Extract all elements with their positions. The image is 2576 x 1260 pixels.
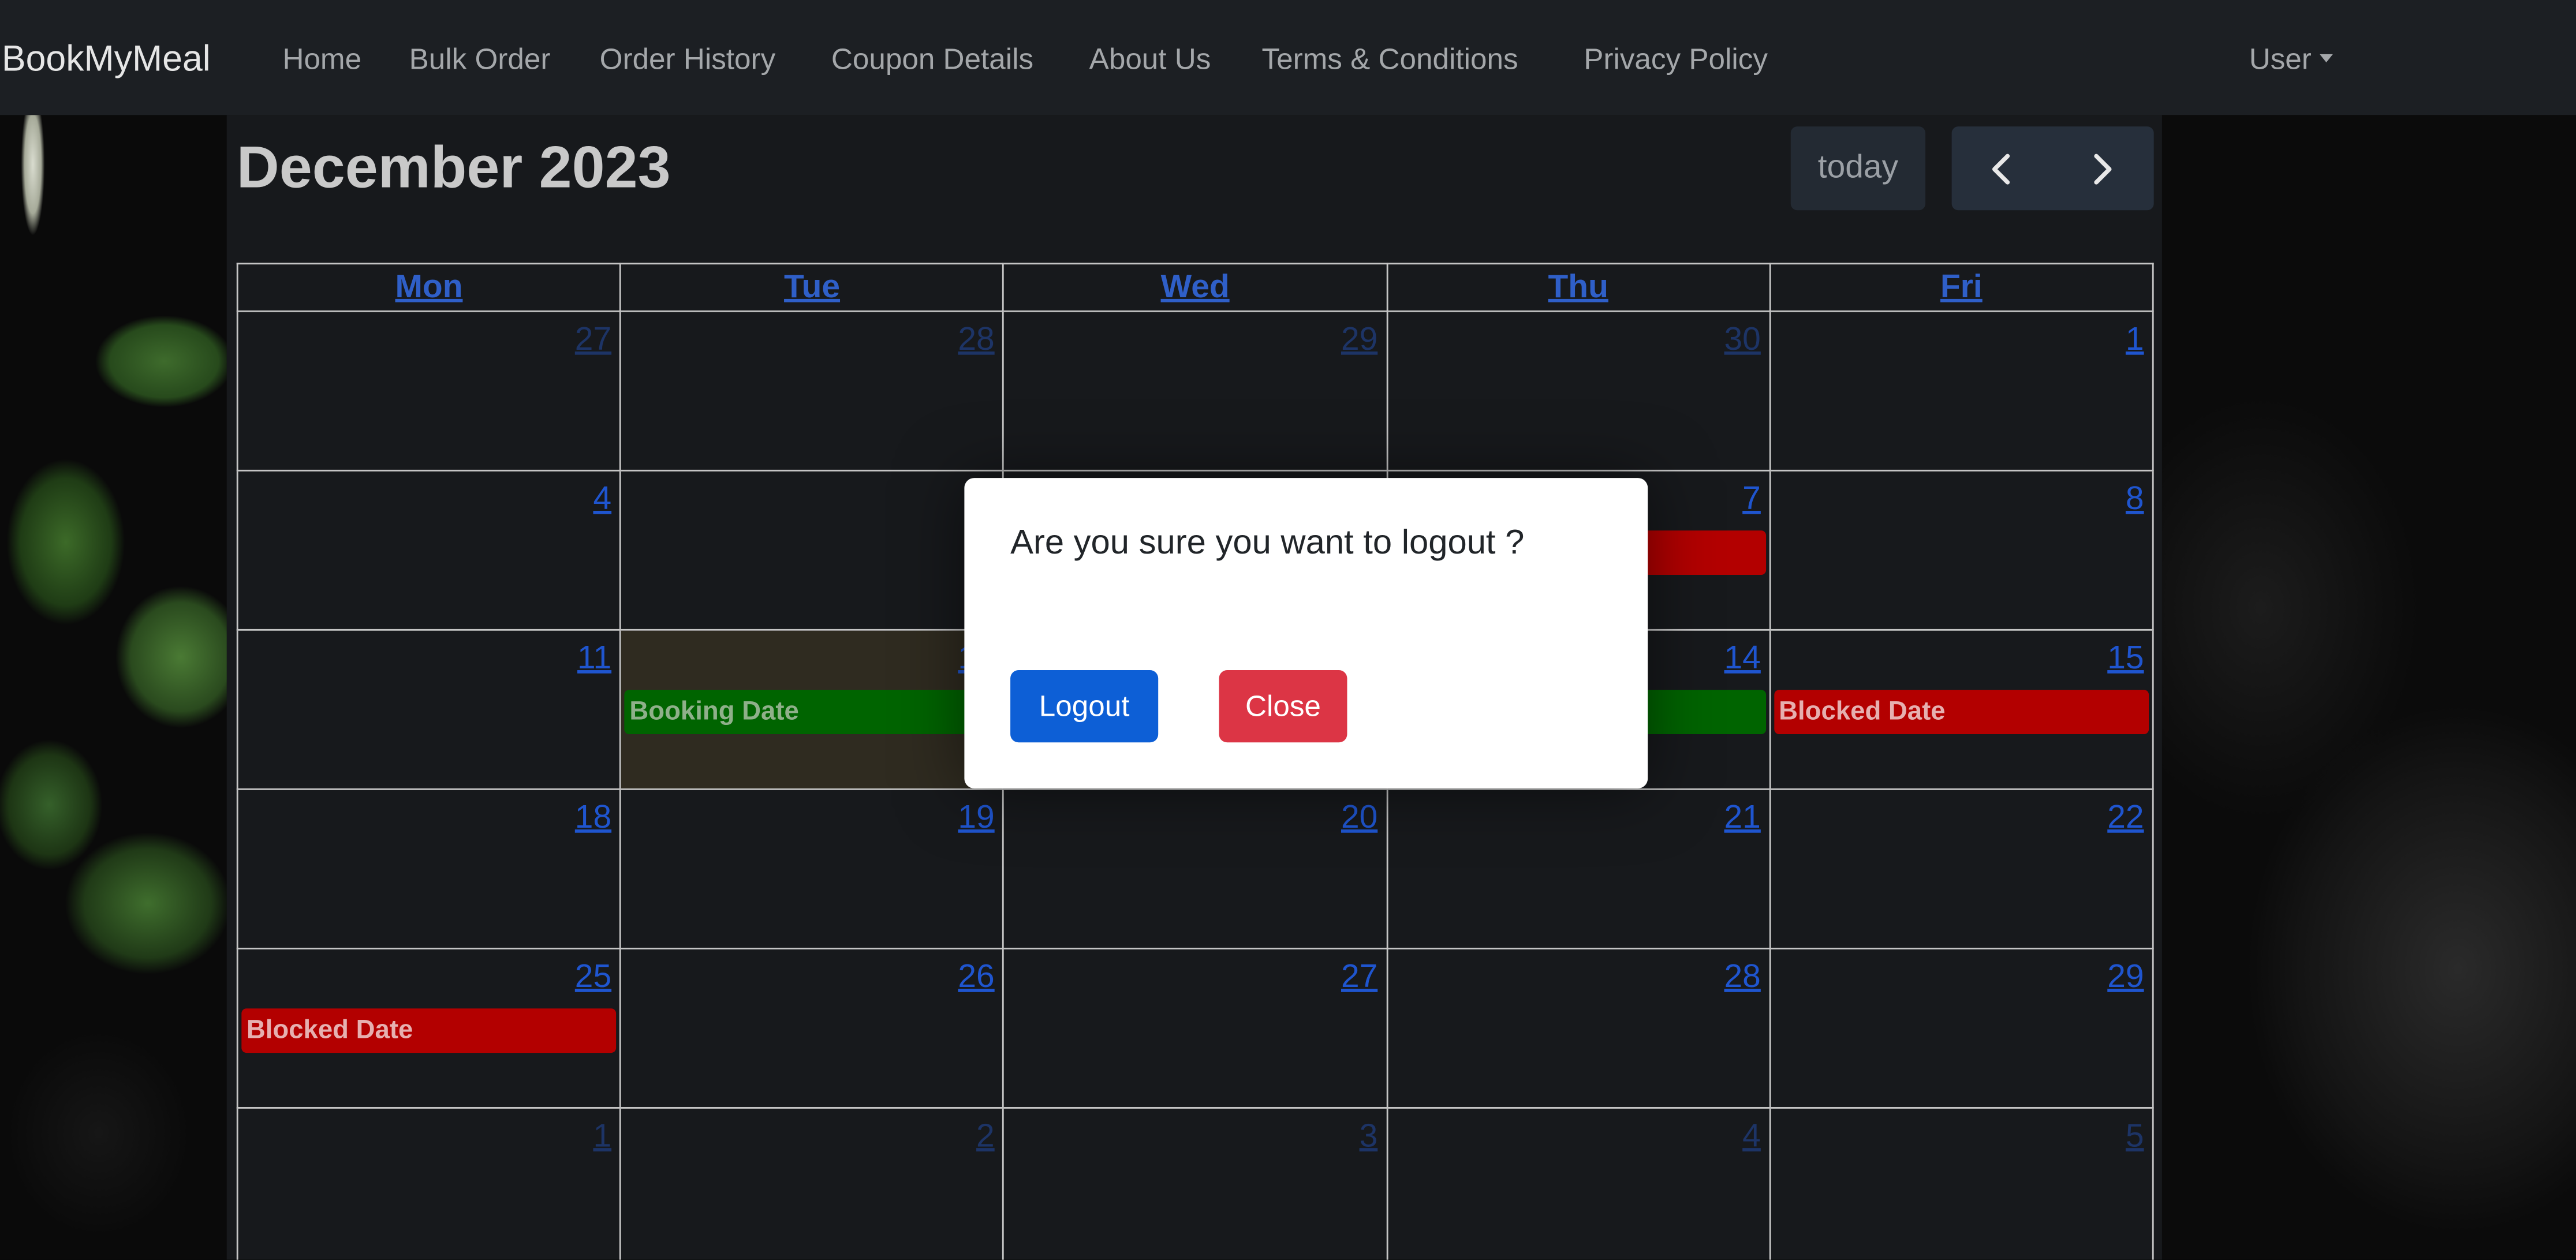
- calendar-day-cell[interactable]: 5: [619, 469, 1005, 631]
- blocked-date-event[interactable]: Blocked Date: [1774, 690, 2149, 735]
- caret-down-icon: [2320, 54, 2333, 62]
- calendar-day-cell[interactable]: 29: [1002, 310, 1388, 472]
- calendar-day-cell[interactable]: 1: [1769, 310, 2154, 472]
- calendar-week-row: 1 2 3 4 5: [236, 1106, 2154, 1260]
- nav-link-bulk-order[interactable]: Bulk Order: [409, 39, 551, 78]
- day-number-link[interactable]: 4: [1742, 1117, 1761, 1156]
- day-number-link[interactable]: 29: [2107, 958, 2144, 997]
- calendar-day-cell[interactable]: 12Booking Date: [619, 629, 1005, 790]
- day-number-link[interactable]: 1: [593, 1117, 611, 1156]
- calendar-day-cell[interactable]: 2: [619, 1106, 1005, 1260]
- calendar-day-cell[interactable]: 26: [619, 947, 1005, 1109]
- day-number-link[interactable]: 27: [575, 320, 611, 360]
- day-number-link[interactable]: 20: [1341, 798, 1377, 837]
- today-button[interactable]: today: [1790, 126, 1926, 211]
- day-number-link[interactable]: 25: [575, 958, 611, 997]
- calendar-day-cell[interactable]: 15 Blocked Date: [1769, 629, 2154, 790]
- day-header-tue: Tue: [619, 263, 1005, 312]
- day-number-link[interactable]: 5: [2126, 1117, 2144, 1156]
- day-header-label[interactable]: Thu: [1548, 270, 1608, 306]
- calendar-day-cell[interactable]: 25 Blocked Date: [236, 947, 622, 1109]
- calendar-week-row: 27 28 29 30 1: [236, 310, 2154, 472]
- day-number-link[interactable]: 14: [1724, 639, 1761, 678]
- month-nav-group: [1951, 126, 2154, 211]
- day-number-link[interactable]: 15: [2107, 639, 2144, 678]
- day-number-link[interactable]: 4: [593, 480, 611, 519]
- calendar-day-cell[interactable]: 20: [1002, 788, 1388, 949]
- day-number-link[interactable]: 30: [1724, 320, 1761, 360]
- nav-link-home[interactable]: Home: [282, 39, 361, 78]
- day-number-link[interactable]: 21: [1724, 798, 1761, 837]
- calendar-day-cell[interactable]: 1: [236, 1106, 622, 1260]
- calendar-title: December 2023: [236, 133, 671, 201]
- calendar-day-cell[interactable]: 8: [1769, 469, 2154, 631]
- day-header-label[interactable]: Tue: [784, 270, 840, 306]
- day-number-link[interactable]: 2: [976, 1117, 995, 1156]
- user-dropdown-toggle[interactable]: User: [2249, 39, 2333, 78]
- calendar-day-cell[interactable]: 4: [236, 469, 622, 631]
- day-number-link[interactable]: 27: [1341, 958, 1377, 997]
- day-number-link[interactable]: 22: [2107, 798, 2144, 837]
- day-header-wed: Wed: [1002, 263, 1388, 312]
- background-image-right: [2161, 115, 2576, 1260]
- modal-message: Are you sure you want to logout ?: [1010, 524, 1525, 562]
- calendar-day-cell[interactable]: 18: [236, 788, 622, 949]
- calendar-week-row: 18 19 20 21 22: [236, 788, 2154, 949]
- nav-link-about-us[interactable]: About Us: [1089, 39, 1211, 78]
- calendar-day-cell[interactable]: 5: [1769, 1106, 2154, 1260]
- calendar-day-cell[interactable]: 28: [619, 310, 1005, 472]
- day-header-fri: Fri: [1769, 263, 2154, 312]
- nav-link-order-history[interactable]: Order History: [600, 39, 776, 78]
- nav-link-coupon-details[interactable]: Coupon Details: [831, 39, 1033, 78]
- calendar-day-cell[interactable]: 27: [1002, 947, 1388, 1109]
- page: BookMyMeal Home Bulk Order Order History…: [0, 0, 2576, 1260]
- day-header-mon: Mon: [236, 263, 622, 312]
- booking-date-event[interactable]: Booking Date: [624, 690, 1000, 735]
- calendar-day-cell[interactable]: 27: [236, 310, 622, 472]
- day-number-link[interactable]: 3: [1360, 1117, 1378, 1156]
- calendar-day-cell[interactable]: 28: [1386, 947, 1771, 1109]
- day-number-link[interactable]: 7: [1742, 480, 1761, 519]
- day-number-link[interactable]: 28: [958, 320, 994, 360]
- nav-link-terms-conditions[interactable]: Terms & Conditions: [1261, 39, 1518, 78]
- day-number-link[interactable]: 28: [1724, 958, 1761, 997]
- calendar-day-cell[interactable]: 11: [236, 629, 622, 790]
- day-header-thu: Thu: [1386, 263, 1771, 312]
- day-header-label[interactable]: Fri: [1940, 270, 1983, 306]
- day-header-label[interactable]: Mon: [395, 270, 463, 306]
- navbar: BookMyMeal Home Bulk Order Order History…: [0, 0, 2576, 115]
- day-number-link[interactable]: 29: [1341, 320, 1377, 360]
- day-number-link[interactable]: 11: [577, 639, 611, 678]
- next-month-button[interactable]: [2054, 126, 2152, 210]
- day-number-link[interactable]: 19: [958, 798, 994, 837]
- blocked-date-event[interactable]: Blocked Date: [241, 1008, 617, 1053]
- brand-logo[interactable]: BookMyMeal: [2, 36, 211, 83]
- calendar-day-cell[interactable]: 4: [1386, 1106, 1771, 1260]
- calendar-day-cell[interactable]: 21: [1386, 788, 1771, 949]
- calendar-week-row: 25 Blocked Date 26 27 28 29: [236, 947, 2154, 1109]
- user-label: User: [2249, 42, 2312, 76]
- close-button[interactable]: Close: [1219, 670, 1347, 743]
- chevron-right-icon: [2094, 153, 2112, 184]
- day-header-label[interactable]: Wed: [1161, 270, 1230, 306]
- day-number-link[interactable]: 18: [575, 798, 611, 837]
- calendar-day-cell[interactable]: 19: [619, 788, 1005, 949]
- calendar-day-cell[interactable]: 22: [1769, 788, 2154, 949]
- day-number-link[interactable]: 8: [2126, 480, 2144, 519]
- chevron-left-icon: [1992, 153, 2010, 184]
- calendar-day-cell[interactable]: 3: [1002, 1106, 1388, 1260]
- logout-modal: Are you sure you want to logout ? Logout…: [964, 478, 1648, 788]
- day-number-link[interactable]: 1: [2126, 320, 2144, 360]
- logout-button[interactable]: Logout: [1010, 670, 1159, 743]
- nav-link-privacy-policy[interactable]: Privacy Policy: [1584, 39, 1768, 78]
- calendar-day-cell[interactable]: 30: [1386, 310, 1771, 472]
- prev-month-button[interactable]: [1952, 126, 2051, 210]
- day-header-row: Mon Tue Wed Thu Fri: [236, 263, 2154, 312]
- background-image-left: [0, 115, 230, 1260]
- calendar-day-cell[interactable]: 29: [1769, 947, 2154, 1109]
- day-number-link[interactable]: 26: [958, 958, 994, 997]
